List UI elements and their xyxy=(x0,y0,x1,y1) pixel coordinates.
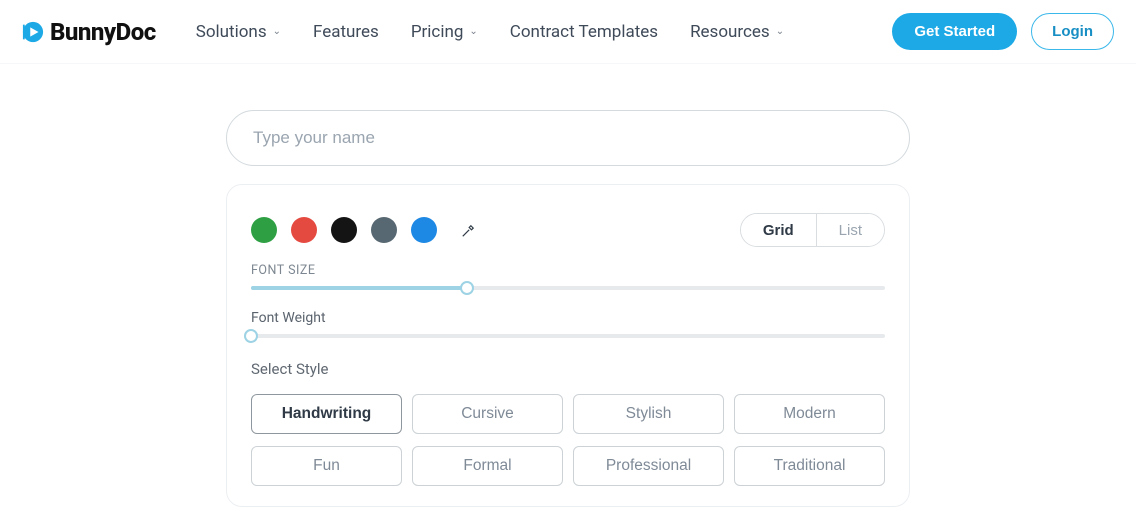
view-grid-button[interactable]: Grid xyxy=(741,214,817,246)
header: BunnyDoc Solutions ⌄ Features Pricing ⌄ … xyxy=(0,0,1136,64)
style-professional[interactable]: Professional xyxy=(573,446,724,486)
style-modern[interactable]: Modern xyxy=(734,394,885,434)
chevron-down-icon: ⌄ xyxy=(273,26,281,37)
main-nav: Solutions ⌄ Features Pricing ⌄ Contract … xyxy=(196,22,893,42)
styles-grid: Handwriting Cursive Stylish Modern Fun F… xyxy=(251,394,885,486)
font-weight-thumb[interactable] xyxy=(244,329,258,343)
chevron-down-icon: ⌄ xyxy=(776,26,784,37)
nav-solutions[interactable]: Solutions ⌄ xyxy=(196,22,281,42)
logo-icon xyxy=(22,21,44,43)
eyedropper-icon[interactable] xyxy=(461,223,475,237)
style-stylish[interactable]: Stylish xyxy=(573,394,724,434)
font-weight-slider[interactable] xyxy=(251,334,885,338)
color-blue[interactable] xyxy=(411,217,437,243)
color-red[interactable] xyxy=(291,217,317,243)
logo[interactable]: BunnyDoc xyxy=(22,18,156,46)
nav-pricing[interactable]: Pricing ⌄ xyxy=(411,22,478,42)
color-green[interactable] xyxy=(251,217,277,243)
style-handwriting[interactable]: Handwriting xyxy=(251,394,402,434)
font-size-label: FONT SIZE xyxy=(251,263,885,278)
logo-text: BunnyDoc xyxy=(50,18,156,46)
style-fun[interactable]: Fun xyxy=(251,446,402,486)
header-actions: Get Started Login xyxy=(892,13,1114,50)
get-started-button[interactable]: Get Started xyxy=(892,13,1017,50)
color-swatches xyxy=(251,217,475,243)
font-size-slider[interactable] xyxy=(251,286,885,290)
select-style-label: Select Style xyxy=(251,360,885,378)
color-slate[interactable] xyxy=(371,217,397,243)
color-black[interactable] xyxy=(331,217,357,243)
nav-pricing-label: Pricing xyxy=(411,22,464,42)
nav-contract-templates[interactable]: Contract Templates xyxy=(510,22,658,42)
style-traditional[interactable]: Traditional xyxy=(734,446,885,486)
font-weight-label: Font Weight xyxy=(251,310,885,326)
view-list-button[interactable]: List xyxy=(817,214,884,246)
nav-features-label: Features xyxy=(313,22,379,42)
style-formal[interactable]: Formal xyxy=(412,446,563,486)
name-input[interactable] xyxy=(226,110,910,166)
card-top-row: Grid List xyxy=(251,213,885,247)
view-toggle: Grid List xyxy=(740,213,885,247)
main-content: Grid List FONT SIZE Font Weight Select S… xyxy=(0,64,1136,507)
font-size-fill xyxy=(251,286,467,290)
chevron-down-icon: ⌄ xyxy=(469,26,477,37)
login-button[interactable]: Login xyxy=(1031,13,1114,50)
nav-resources-label: Resources xyxy=(690,22,770,42)
style-cursive[interactable]: Cursive xyxy=(412,394,563,434)
options-card: Grid List FONT SIZE Font Weight Select S… xyxy=(226,184,910,507)
nav-solutions-label: Solutions xyxy=(196,22,267,42)
nav-resources[interactable]: Resources ⌄ xyxy=(690,22,784,42)
nav-contract-templates-label: Contract Templates xyxy=(510,22,658,42)
nav-features[interactable]: Features xyxy=(313,22,379,42)
font-size-thumb[interactable] xyxy=(460,281,474,295)
